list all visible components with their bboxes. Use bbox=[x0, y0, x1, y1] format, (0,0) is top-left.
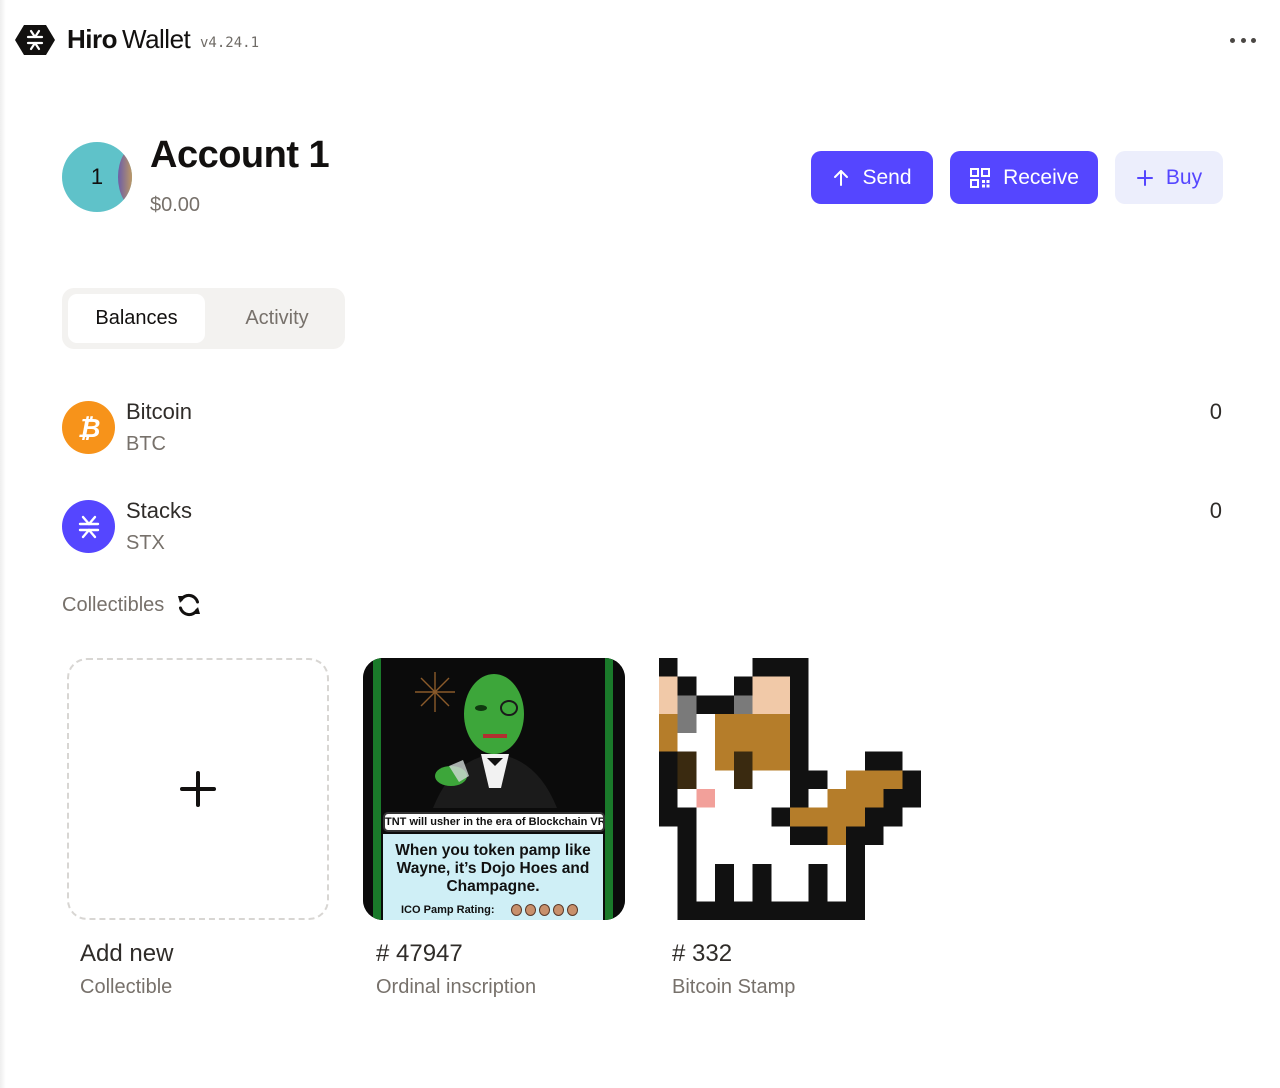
collectible-subtitle: Bitcoin Stamp bbox=[672, 976, 796, 998]
plus-icon bbox=[180, 771, 216, 807]
meme-textbox: When you token pamp like Wayne, it’s Doj… bbox=[383, 834, 603, 920]
more-options-icon[interactable] bbox=[1230, 30, 1256, 50]
hiro-logo-icon bbox=[15, 25, 55, 55]
collectible-title: # 47947 bbox=[376, 940, 463, 967]
send-button[interactable]: Send bbox=[811, 151, 933, 204]
avatar-initial: 1 bbox=[90, 164, 104, 189]
collectible-subtitle: Ordinal inscription bbox=[376, 976, 537, 998]
brand-regular: Wallet bbox=[122, 24, 191, 54]
refresh-icon[interactable] bbox=[176, 592, 202, 618]
ordinal-inscription-image[interactable]: TNT will usher in the era of Blockchain … bbox=[363, 658, 625, 920]
token-name: Stacks bbox=[126, 498, 193, 523]
arrow-up-icon bbox=[834, 169, 849, 186]
account-name[interactable]: Account 1 bbox=[150, 134, 330, 177]
rating-faces bbox=[511, 904, 578, 916]
token-row-stacks[interactable]: Stacks STX 0 bbox=[62, 498, 1222, 560]
token-amount: 0 bbox=[1209, 399, 1222, 424]
bitcoin-icon: ₿ bbox=[62, 401, 115, 454]
receive-label: Receive bbox=[1003, 165, 1079, 189]
brand-name: Hiro Wallet bbox=[67, 24, 191, 55]
collectibles-title: Collectibles bbox=[62, 593, 165, 616]
tab-balances[interactable]: Balances bbox=[68, 294, 205, 343]
collectibles-header: Collectibles bbox=[62, 592, 202, 618]
meme-frame bbox=[373, 658, 381, 920]
buy-label: Buy bbox=[1165, 165, 1203, 189]
token-row-bitcoin[interactable]: ₿ Bitcoin BTC 0 bbox=[62, 399, 1222, 461]
tab-bar: Balances Activity bbox=[62, 288, 345, 349]
qr-code-icon bbox=[970, 167, 991, 188]
pixel-cat-artwork bbox=[659, 658, 921, 920]
token-amount: 0 bbox=[1209, 498, 1222, 523]
face-icon bbox=[539, 904, 550, 916]
collectible-subtitle: Collectible bbox=[80, 976, 173, 998]
buy-button[interactable]: Buy bbox=[1115, 151, 1223, 204]
collectible-title: # 332 bbox=[672, 940, 733, 967]
add-collectible-card[interactable] bbox=[67, 658, 329, 920]
collectible-title: Add new bbox=[80, 940, 174, 967]
window-edge bbox=[0, 0, 6, 1088]
dot bbox=[1230, 37, 1235, 43]
face-icon bbox=[553, 904, 564, 916]
token-name: Bitcoin bbox=[126, 399, 193, 424]
meme-caption: TNT will usher in the era of Blockchain … bbox=[383, 812, 605, 832]
face-icon bbox=[567, 904, 578, 916]
dot bbox=[1240, 37, 1246, 43]
brand-bold: Hiro bbox=[67, 24, 118, 54]
version-label: v4.24.1 bbox=[200, 35, 260, 51]
meme-text: When you token pamp like Wayne, it’s Doj… bbox=[395, 842, 591, 895]
stacks-icon bbox=[62, 500, 115, 553]
send-label: Send bbox=[862, 165, 912, 189]
token-symbol: STX bbox=[126, 532, 165, 554]
face-icon bbox=[511, 904, 522, 916]
avatar[interactable]: 1 bbox=[62, 142, 132, 212]
tab-activity[interactable]: Activity bbox=[212, 294, 342, 343]
token-symbol: BTC bbox=[126, 433, 166, 455]
header: Hiro Wallet v4.24.1 bbox=[0, 0, 1280, 80]
dot bbox=[1251, 37, 1256, 43]
face-icon bbox=[525, 904, 536, 916]
meme-frame bbox=[605, 658, 613, 920]
account-balance: $0.00 bbox=[150, 194, 201, 216]
svg-text:₿: ₿ bbox=[77, 414, 100, 443]
receive-button[interactable]: Receive bbox=[950, 151, 1098, 204]
meme-rating: ICO Pamp Rating: bbox=[401, 904, 495, 916]
bitcoin-stamp-image[interactable] bbox=[659, 658, 921, 920]
plus-icon bbox=[1136, 169, 1153, 186]
